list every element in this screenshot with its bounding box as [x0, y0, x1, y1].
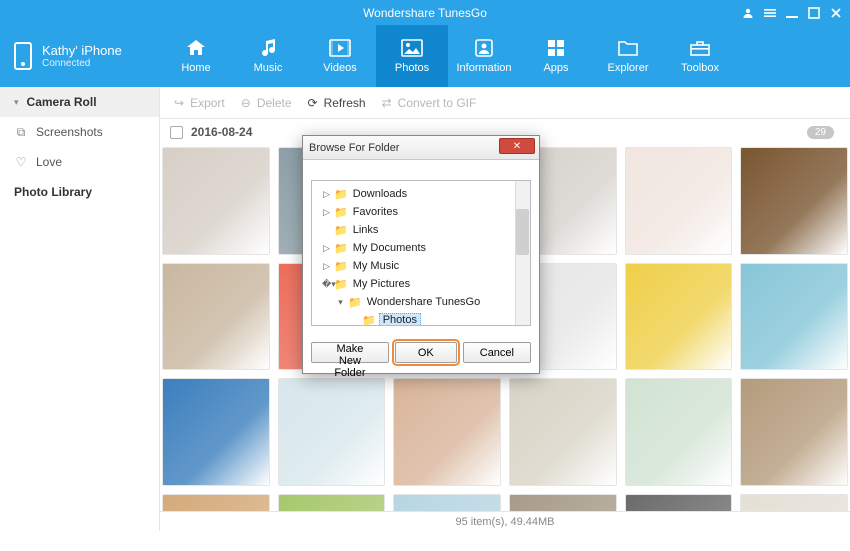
dialog-body: ▷📁Downloads ▷📁Favorites 📁Links ▷📁My Docu…	[303, 160, 539, 332]
user-icon[interactable]	[742, 7, 754, 19]
sidebar-label: Photo Library	[14, 185, 92, 199]
toolbar: ↪Export ⊖Delete ⟳Refresh ⇄Convert to GIF	[160, 87, 850, 119]
photo-thumb[interactable]	[625, 378, 733, 486]
phone-icon	[14, 42, 32, 70]
heart-icon: ♡	[14, 155, 28, 169]
browse-folder-dialog: Browse For Folder ✕ ▷📁Downloads ▷📁Favori…	[302, 135, 540, 374]
photo-thumb[interactable]	[162, 263, 270, 371]
tree-item-my-pictures[interactable]: �▾📁My Pictures	[316, 275, 526, 293]
screenshot-icon: ⧉	[14, 125, 28, 139]
home-icon	[184, 38, 208, 58]
folder-icon	[616, 38, 640, 58]
photo-thumb[interactable]	[393, 494, 501, 511]
status-bar: 95 item(s), 49.44MB	[160, 511, 850, 531]
photo-thumb[interactable]	[278, 494, 386, 511]
tree-item-wondershare[interactable]: ▾📁Wondershare TunesGo	[316, 293, 526, 311]
nav-videos[interactable]: Videos	[304, 25, 376, 87]
sidebar-label: Camera Roll	[27, 95, 97, 109]
titlebar: Wondershare TunesGo	[0, 0, 850, 25]
tree-item-photos[interactable]: 📁Photos	[316, 311, 526, 326]
contacts-icon	[472, 38, 496, 58]
make-new-folder-button[interactable]: Make New Folder	[311, 342, 389, 363]
delete-button[interactable]: ⊖Delete	[241, 96, 292, 110]
window-controls	[742, 0, 842, 25]
photo-thumb[interactable]	[740, 494, 848, 511]
photo-thumb[interactable]	[740, 263, 848, 371]
device-panel[interactable]: Kathy' iPhone Connected	[0, 42, 160, 70]
scrollbar-thumb[interactable]	[516, 209, 529, 255]
nav-home[interactable]: Home	[160, 25, 232, 87]
refresh-button[interactable]: ⟳Refresh	[308, 96, 366, 110]
close-icon[interactable]	[830, 7, 842, 19]
photo-thumb[interactable]	[509, 378, 617, 486]
tree-item-my-music[interactable]: ▷📁My Music	[316, 257, 526, 275]
delete-icon: ⊖	[241, 96, 251, 110]
sidebar-item-photo-library[interactable]: Photo Library	[0, 177, 159, 207]
select-all-checkbox[interactable]	[170, 126, 183, 139]
dialog-titlebar[interactable]: Browse For Folder ✕	[303, 136, 539, 160]
nav-apps[interactable]: Apps	[520, 25, 592, 87]
photo-thumb[interactable]	[162, 378, 270, 486]
device-info: Kathy' iPhone Connected	[42, 43, 122, 69]
photo-thumb[interactable]	[625, 147, 733, 255]
video-icon	[328, 38, 352, 58]
sidebar: ▾ Camera Roll ⧉ Screenshots ♡ Love Photo…	[0, 87, 160, 531]
export-icon: ↪	[174, 96, 184, 110]
photo-icon	[400, 38, 424, 58]
sidebar-item-love[interactable]: ♡ Love	[0, 147, 159, 177]
photo-thumb[interactable]	[278, 378, 386, 486]
photo-thumb[interactable]	[625, 494, 733, 511]
minimize-icon[interactable]	[786, 7, 798, 19]
nav: Home Music Videos Photos Information App…	[160, 25, 850, 87]
folder-tree[interactable]: ▷📁Downloads ▷📁Favorites 📁Links ▷📁My Docu…	[311, 180, 531, 326]
photo-thumb[interactable]	[740, 147, 848, 255]
tree-item-my-documents[interactable]: ▷📁My Documents	[316, 239, 526, 257]
device-name: Kathy' iPhone	[42, 43, 122, 58]
music-icon	[256, 38, 280, 58]
nav-information[interactable]: Information	[448, 25, 520, 87]
cancel-button[interactable]: Cancel	[463, 342, 531, 363]
tree-scrollbar[interactable]	[515, 181, 530, 325]
photo-thumb[interactable]	[393, 378, 501, 486]
refresh-icon: ⟳	[308, 96, 318, 110]
caret-icon: ▾	[14, 97, 19, 108]
tree-item-favorites[interactable]: ▷📁Favorites	[316, 203, 526, 221]
convert-gif-button[interactable]: ⇄Convert to GIF	[382, 96, 477, 110]
tree-item-downloads[interactable]: ▷📁Downloads	[316, 185, 526, 203]
menu-icon[interactable]	[764, 7, 776, 19]
sidebar-item-screenshots[interactable]: ⧉ Screenshots	[0, 117, 159, 147]
photo-thumb[interactable]	[509, 494, 617, 511]
photo-thumb[interactable]	[162, 147, 270, 255]
toolbox-icon	[688, 38, 712, 58]
ok-button[interactable]: OK	[395, 342, 457, 363]
export-button[interactable]: ↪Export	[174, 96, 225, 110]
sidebar-item-camera-roll[interactable]: ▾ Camera Roll	[0, 87, 159, 117]
nav-explorer[interactable]: Explorer	[592, 25, 664, 87]
nav-photos[interactable]: Photos	[376, 25, 448, 87]
header: Kathy' iPhone Connected Home Music Video…	[0, 25, 850, 87]
app-title: Wondershare TunesGo	[363, 6, 487, 20]
photo-thumb[interactable]	[740, 378, 848, 486]
nav-toolbox[interactable]: Toolbox	[664, 25, 736, 87]
photo-thumb[interactable]	[162, 494, 270, 511]
dialog-buttons: Make New Folder OK Cancel	[303, 332, 539, 373]
apps-icon	[544, 38, 568, 58]
photo-thumb[interactable]	[625, 263, 733, 371]
gif-icon: ⇄	[382, 96, 392, 110]
group-date: 2016-08-24	[191, 125, 252, 139]
device-status: Connected	[42, 58, 122, 69]
status-text: 95 item(s), 49.44MB	[455, 516, 554, 528]
dialog-close-button[interactable]: ✕	[499, 138, 535, 154]
group-count: 29	[807, 126, 834, 139]
maximize-icon[interactable]	[808, 7, 820, 19]
sidebar-label: Screenshots	[36, 125, 103, 139]
dialog-title: Browse For Folder	[309, 142, 399, 154]
sidebar-label: Love	[36, 155, 62, 169]
tree-item-links[interactable]: 📁Links	[316, 221, 526, 239]
nav-music[interactable]: Music	[232, 25, 304, 87]
